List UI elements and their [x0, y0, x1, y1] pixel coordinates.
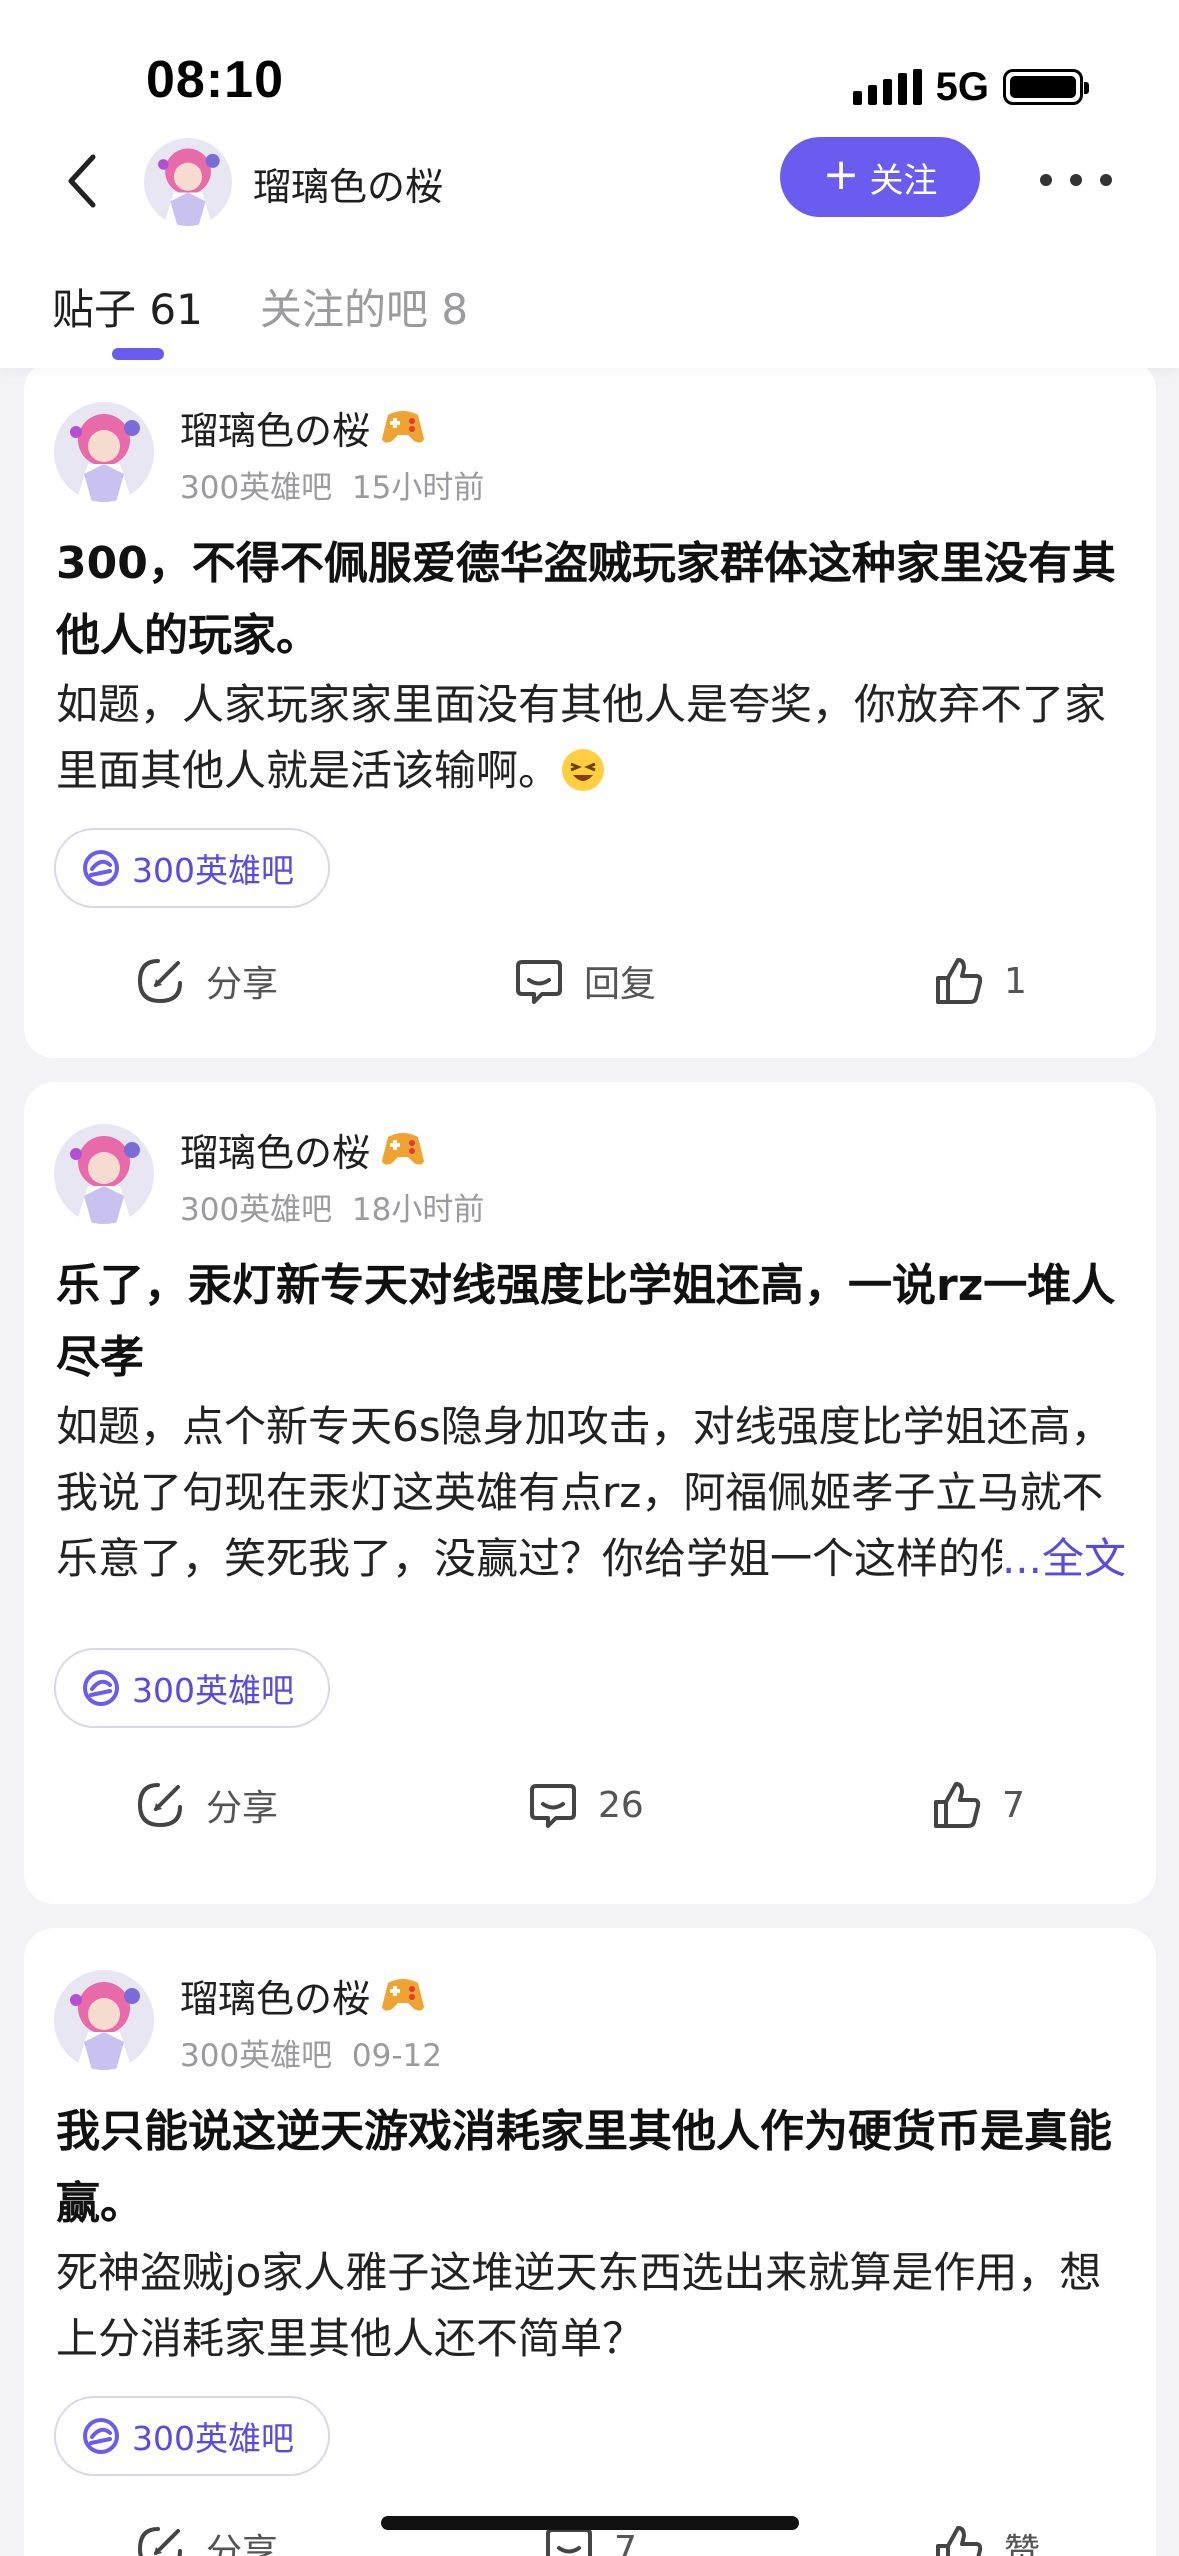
gamepad-badge-icon	[382, 1978, 425, 2011]
reply-count: 26	[598, 1784, 644, 1826]
author-name-row: 瑠璃色の桜	[180, 1122, 426, 1177]
post-actions: 分享 26 7	[24, 1770, 1156, 1840]
like-count: 1	[1004, 960, 1027, 1002]
post-body[interactable]: 如题，人家玩家家里面没有其他人是夸奖，你放弃不了家里面其他人就是活该输啊。	[56, 672, 1126, 804]
forum-tag[interactable]: 300英雄吧	[54, 1648, 330, 1728]
share-edit-icon	[137, 2527, 182, 2556]
forum-logo-icon	[83, 850, 119, 886]
like-button[interactable]: 赞	[934, 2514, 1040, 2556]
reply-label: 回复	[584, 964, 657, 1005]
post-forum: 300英雄吧	[180, 470, 333, 506]
tab-followed-forums[interactable]: 关注的吧 8	[260, 276, 468, 337]
tab-posts-label: 贴子	[52, 285, 137, 334]
plus-icon: +	[822, 149, 860, 200]
post-time: 18小时前	[351, 1192, 485, 1228]
post-card[interactable]: 瑠璃色の桜 300英雄吧 09-12 我只能说这逆天游戏消耗家里其他人作为硬货币…	[24, 1928, 1156, 2556]
post-card[interactable]: 瑠璃色の桜 300英雄吧 18小时前 乐了，汞灯新专天对线强度比学姐还高，一说r…	[24, 1082, 1156, 1904]
author-name: 瑠璃色の桜	[180, 1131, 371, 1175]
read-more-label: ...全文	[1001, 1534, 1126, 1583]
like-count: 7	[1002, 1784, 1025, 1826]
top-bar: 08:10 5G 瑠璃色の桜 + 关注 贴子 61 关注的吧 8	[0, 0, 1179, 368]
profile-username: 瑠璃色の桜	[253, 165, 444, 209]
follow-button[interactable]: + 关注	[780, 137, 980, 217]
forum-tag-label: 300英雄吧	[132, 2419, 294, 2458]
forum-tag[interactable]: 300英雄吧	[54, 828, 330, 908]
post-title[interactable]: 乐了，汞灯新专天对线强度比学姐还高，一说rz一堆人尽孝	[56, 1250, 1126, 1394]
laughing-emoji-icon	[562, 749, 605, 791]
thumbs-up-icon	[936, 2526, 983, 2556]
read-more-link[interactable]: ...全文	[1001, 1526, 1126, 1592]
forum-tag-label: 300英雄吧	[132, 1671, 294, 1710]
author-avatar[interactable]	[54, 1970, 154, 2070]
comment-icon	[530, 1784, 576, 1828]
author-name-row: 瑠璃色の桜	[180, 400, 426, 455]
forum-tag[interactable]: 300英雄吧	[54, 2396, 330, 2476]
reply-count: 7	[614, 2528, 637, 2556]
battery-icon	[1003, 69, 1089, 105]
post-time: 15小时前	[351, 470, 485, 506]
more-dots-icon[interactable]	[1040, 160, 1112, 200]
forum-logo-icon	[83, 2418, 119, 2454]
post-time: 09-12	[351, 2038, 442, 2074]
share-label: 分享	[206, 1788, 279, 1829]
gamepad-badge-icon	[382, 1132, 425, 1165]
tab-active-indicator	[112, 348, 164, 360]
share-button[interactable]: 分享	[134, 1770, 278, 1840]
status-indicators: 5G	[852, 62, 1089, 112]
author-name-row: 瑠璃色の桜	[180, 1968, 426, 2023]
like-button[interactable]: 1	[934, 946, 1027, 1016]
share-edit-icon	[137, 959, 182, 1004]
tab-followed-label: 关注的吧	[260, 285, 429, 334]
share-label: 分享	[206, 2532, 279, 2556]
author-name: 瑠璃色の桜	[180, 1977, 371, 2021]
forum-tag-label: 300英雄吧	[132, 851, 294, 890]
post-forum: 300英雄吧	[180, 2038, 333, 2074]
post-body[interactable]: 死神盗贼jo家人雅子这堆逆天东西选出来就算是作用，想上分消耗家里其他人还不简单？	[56, 2240, 1126, 2372]
post-title[interactable]: 300，不得不佩服爱德华盗贼玩家群体这种家里没有其他人的玩家。	[56, 528, 1126, 672]
post-forum: 300英雄吧	[180, 1192, 333, 1228]
back-chevron-icon	[68, 154, 96, 208]
profile-avatar[interactable]	[144, 138, 232, 226]
post-title[interactable]: 我只能说这逆天游戏消耗家里其他人作为硬货币是真能赢。	[56, 2096, 1126, 2240]
author-avatar[interactable]	[54, 1124, 154, 1224]
back-button[interactable]	[52, 148, 112, 214]
forum-logo-icon	[83, 1670, 119, 1706]
tab-posts[interactable]: 贴子 61	[52, 276, 203, 337]
tab-followed-count: 8	[441, 285, 469, 334]
post-body[interactable]: 如题，点个新专天6s隐身加攻击，对线强度比学姐还高，我说了句现在汞灯这英雄有点r…	[56, 1394, 1126, 1592]
post-meta: 300英雄吧 18小时前	[180, 1184, 484, 1229]
share-button[interactable]: 分享	[134, 946, 278, 1016]
reply-button[interactable]: 26	[528, 1770, 644, 1840]
share-label: 分享	[206, 964, 279, 1005]
comment-icon	[516, 960, 562, 1004]
thumbs-up-icon	[934, 1782, 981, 1828]
post-meta: 300英雄吧 15小时前	[180, 462, 484, 507]
status-time: 08:10	[146, 51, 284, 109]
gamepad-badge-icon	[382, 410, 425, 443]
like-button[interactable]: 7	[932, 1770, 1025, 1840]
author-name: 瑠璃色の桜	[180, 409, 371, 453]
share-edit-icon	[137, 1783, 182, 1828]
share-button[interactable]: 分享	[134, 2514, 278, 2556]
like-label: 赞	[1004, 2532, 1041, 2556]
follow-label: 关注	[869, 160, 938, 201]
home-indicator[interactable]	[381, 2516, 799, 2530]
thumbs-up-icon	[936, 958, 983, 1004]
author-avatar[interactable]	[54, 402, 154, 502]
network-label: 5G	[935, 64, 989, 109]
reply-button[interactable]: 回复	[514, 946, 656, 1016]
post-card[interactable]: 瑠璃色の桜 300英雄吧 15小时前 300，不得不佩服爱德华盗贼玩家群体这种家…	[24, 360, 1156, 1058]
post-actions: 分享 回复 1	[24, 946, 1156, 1016]
signal-icon	[852, 69, 922, 105]
tab-posts-count: 61	[149, 285, 203, 334]
post-meta: 300英雄吧 09-12	[180, 2030, 442, 2075]
